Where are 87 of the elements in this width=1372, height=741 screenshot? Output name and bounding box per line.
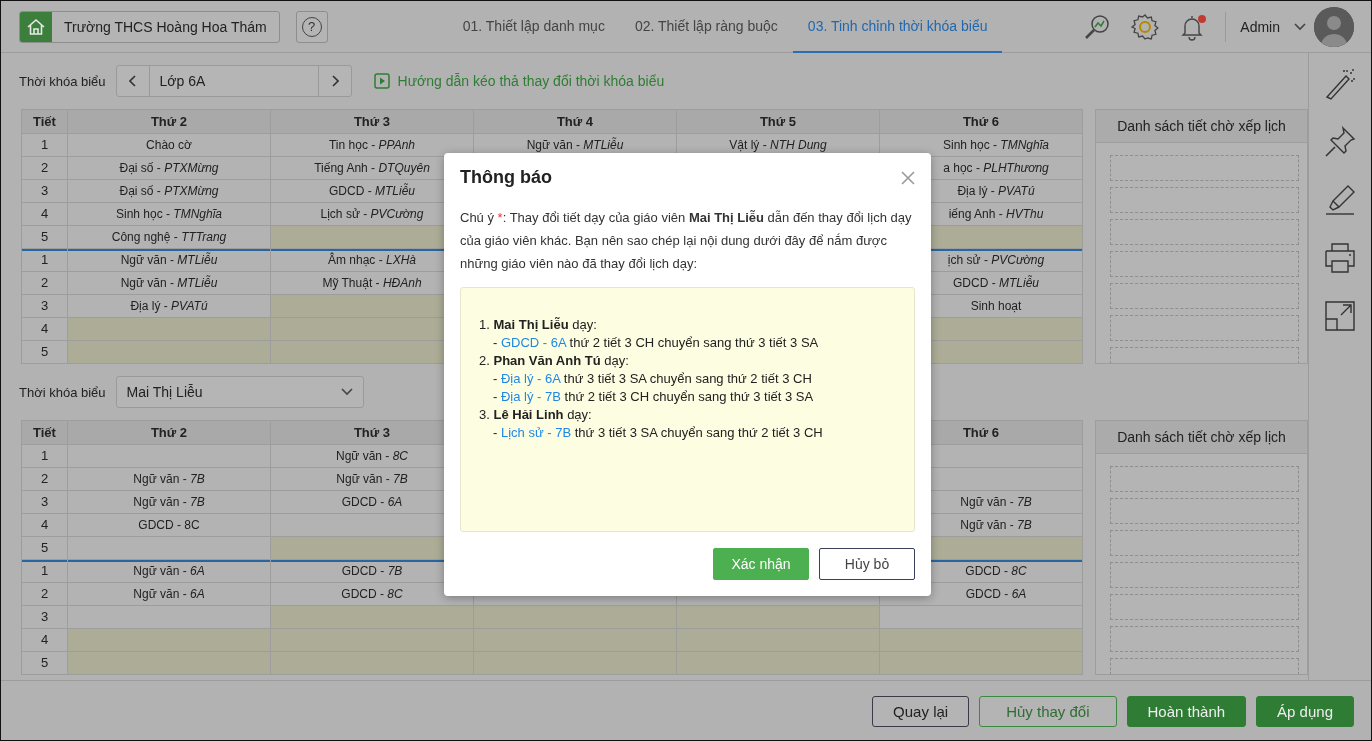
lesson-cell[interactable]: Chào cờ (68, 134, 270, 156)
lesson-cell[interactable]: Tin học - PPAnh (271, 134, 473, 156)
column-header: Tiết (22, 421, 67, 444)
timetable-label: Thời khóa biểu (19, 73, 106, 89)
cancel-button[interactable]: Hủy bỏ (819, 548, 915, 580)
chevron-right-icon (330, 75, 339, 87)
lesson-cell[interactable]: Công nghệ - TTTrang (68, 226, 270, 248)
lesson-cell[interactable]: Ngữ văn - 7B (68, 491, 270, 513)
lesson-link[interactable]: Địa lý - 6A (500, 371, 561, 386)
magic-wand-icon[interactable] (1323, 67, 1357, 101)
period-cell: 4 (22, 203, 67, 225)
lesson-link[interactable]: GDCD - 6A (500, 335, 566, 350)
pending-title: Danh sách tiết chờ xếp lịch (1096, 110, 1307, 143)
lesson-cell[interactable]: Sinh học - TMNghĩa (880, 134, 1082, 156)
column-header: Thứ 5 (677, 110, 879, 133)
lesson-link[interactable]: Địa lý - 7B (500, 389, 561, 404)
school-button[interactable]: Trường THCS Hoàng Hoa Thám (19, 10, 280, 43)
change-line: - GDCD - 6A thứ 2 tiết 3 CH chuyển sang thứ 3 tiết 3 SA (492, 334, 820, 352)
pin-icon[interactable] (1323, 125, 1357, 159)
period-cell: 4 (22, 514, 67, 536)
lesson-cell[interactable]: Đại số - PTXMừng (68, 157, 270, 179)
period-cell: 3 (22, 295, 67, 317)
printer-icon[interactable] (1323, 241, 1357, 275)
lesson-cell[interactable]: Ngữ văn - 7B (68, 468, 270, 490)
step-tab[interactable]: 01. Thiết lập danh mục (447, 1, 620, 53)
change-line: - Lịch sử - 7B thứ 3 tiết 3 SA chuyển sang thứ 2 tiết 3 CH (492, 424, 824, 442)
footer-button[interactable]: Quay lại (872, 695, 970, 727)
column-header: Thứ 2 (68, 110, 270, 133)
period-cell: 3 (22, 606, 67, 628)
close-icon[interactable] (901, 170, 915, 185)
avatar[interactable] (1314, 6, 1354, 47)
lesson-cell[interactable]: Vật lý - NTH Dung (677, 134, 879, 156)
column-header: Tiết (22, 110, 67, 133)
change-line: - Địa lý - 7B thứ 2 tiết 3 CH chuyển sang thứ 3 tiết 3 SA (492, 388, 815, 406)
period-cell: 3 (22, 491, 67, 513)
period-cell: 1 (22, 445, 67, 467)
play-icon (373, 73, 390, 89)
column-header: Thứ 6 (880, 110, 1082, 133)
lesson-cell[interactable]: GDCD - 8C (271, 583, 473, 605)
teacher-heading: 1. Mai Thị Liễu dạy: (479, 316, 598, 334)
lesson-cell[interactable]: Ngữ văn - MTLiễu (68, 249, 270, 271)
period-cell: 2 (22, 468, 67, 490)
lesson-cell[interactable]: Đại số - PTXMừng (68, 180, 270, 202)
chart-search-icon[interactable] (1083, 12, 1112, 41)
column-header: Thứ 4 (474, 110, 676, 133)
teacher-dropdown[interactable]: Mai Thị Liễu (115, 376, 364, 408)
period-cell: 5 (22, 652, 67, 674)
settings-icon[interactable] (1131, 12, 1160, 41)
period-cell: 4 (22, 318, 67, 340)
period-cell: 2 (22, 272, 67, 294)
expand-icon[interactable] (1323, 299, 1357, 333)
lesson-cell[interactable]: Địa lý - PVATú (68, 295, 270, 317)
timetable-label: Thời khóa biểu (19, 384, 106, 400)
lesson-link[interactable]: Lịch sử - 7B (500, 425, 572, 440)
period-cell: 3 (22, 180, 67, 202)
footer-button[interactable]: Áp dụng (1256, 695, 1354, 727)
footer-button[interactable]: Hoàn thành (1126, 695, 1247, 727)
lesson-cell[interactable]: Ngữ văn - 6A (68, 560, 270, 582)
chevron-down-icon (340, 388, 353, 396)
help-button[interactable]: ? (295, 10, 328, 43)
column-header: Thứ 2 (68, 421, 270, 444)
class-name: Lớp 6A (148, 66, 319, 96)
step-tab[interactable]: 02. Thiết lập ràng buộc (619, 1, 793, 53)
period-cell: 5 (22, 537, 67, 559)
lesson-cell[interactable]: Sinh học - TMNghĩa (68, 203, 270, 225)
lesson-cell[interactable]: GDCD - 8C (68, 514, 270, 536)
teacher-heading: 3. Lê Hải Linh dạy: (479, 406, 593, 424)
user-name[interactable]: Admin (1240, 18, 1280, 35)
column-header: Thứ 3 (271, 110, 473, 133)
chevron-down-icon (1294, 22, 1306, 31)
period-cell: 1 (22, 249, 67, 271)
teacher-heading: 2. Phan Văn Anh Tú dạy: (479, 352, 630, 370)
lesson-cell[interactable]: Ngữ văn - 6A (68, 583, 270, 605)
lesson-cell[interactable]: Ngữ văn - MTLiễu (68, 272, 270, 294)
period-cell: 5 (22, 341, 67, 363)
highlighter-icon[interactable] (1323, 183, 1357, 217)
chevron-left-icon (128, 75, 137, 87)
period-cell: 5 (22, 226, 67, 248)
period-cell: 1 (22, 560, 67, 582)
change-line: - Địa lý - 6A thứ 3 tiết 3 SA chuyển sang thứ 2 tiết 3 CH (492, 370, 813, 388)
period-cell: 2 (22, 583, 67, 605)
pending-title: Danh sách tiết chờ xếp lịch (1096, 421, 1307, 454)
period-cell: 1 (22, 134, 67, 156)
home-icon (26, 16, 46, 37)
lesson-cell[interactable]: Ngữ văn - MTLiễu (474, 134, 676, 156)
period-cell: 2 (22, 157, 67, 179)
period-cell: 4 (22, 629, 67, 651)
